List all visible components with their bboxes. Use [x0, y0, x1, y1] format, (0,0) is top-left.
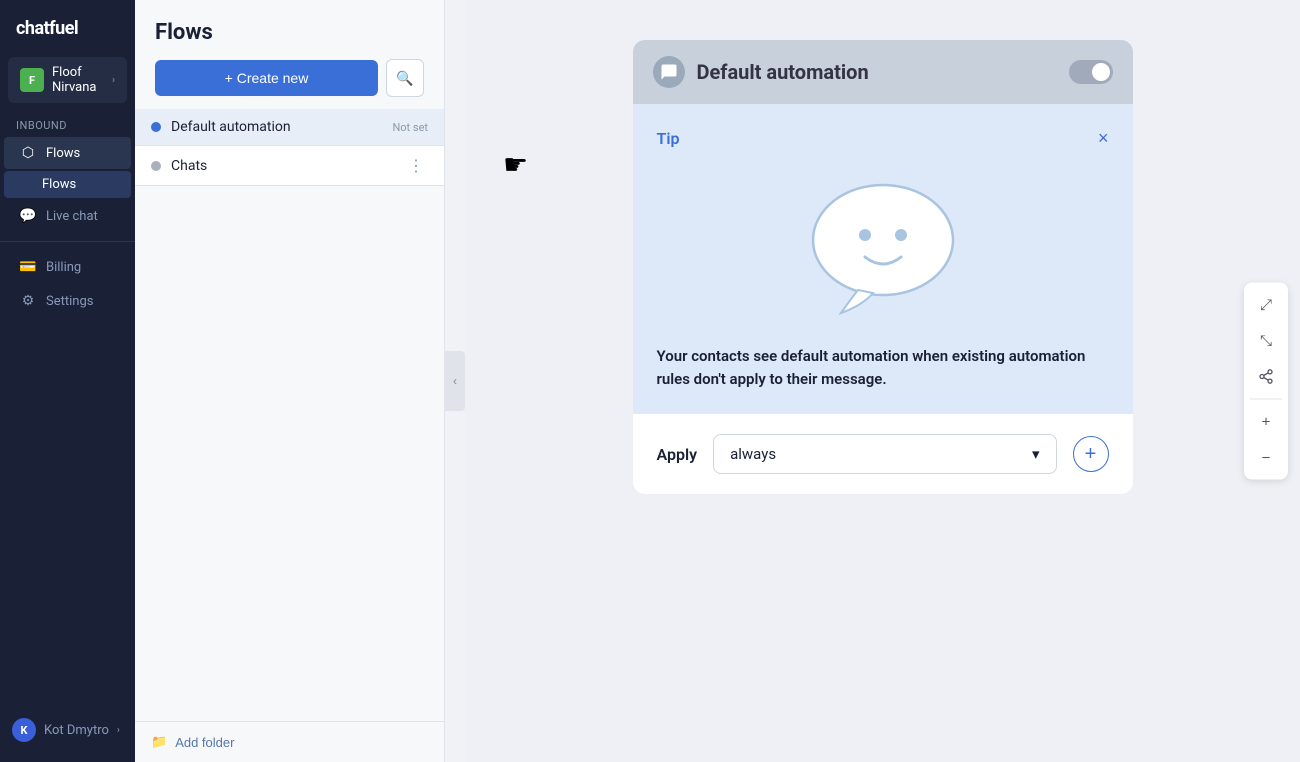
sidebar-bottom: K Kot Dmytro ›: [0, 710, 135, 762]
plus-icon: +: [1085, 443, 1097, 466]
tip-close-button[interactable]: ×: [1098, 128, 1109, 149]
expand-button[interactable]: ⤢: [1250, 289, 1282, 321]
right-toolbar: ⤢ ⤡ + −: [1244, 283, 1288, 480]
automation-toggle[interactable]: [1069, 60, 1113, 84]
collapse-panel-button[interactable]: ‹: [445, 351, 465, 411]
folder-icon: 📁: [151, 734, 167, 750]
zoom-out-icon: −: [1262, 449, 1271, 466]
user-chevron-icon: ›: [117, 725, 120, 736]
sidebar-item-livechat[interactable]: 💬 Live chat: [4, 200, 131, 232]
apply-select-value: always: [730, 445, 776, 463]
workspace-name: Floof Nirvana: [52, 65, 104, 95]
sidebar-item-flows[interactable]: ⬡ Flows: [4, 137, 131, 169]
sidebar-item-settings[interactable]: ⚙ Settings: [4, 285, 131, 317]
user-profile[interactable]: K Kot Dmytro ›: [0, 710, 135, 750]
tip-card: Tip ×: [633, 104, 1133, 414]
chevron-left-icon: ‹: [453, 374, 457, 388]
workspace-avatar: F: [20, 68, 44, 92]
livechat-icon: 💬: [20, 208, 36, 224]
flow-list: Default automation Not set Chats ⋮: [135, 109, 444, 721]
chevron-right-icon: ›: [112, 75, 115, 86]
apply-label: Apply: [657, 445, 698, 464]
flow-item-chats-name: Chats: [171, 158, 394, 174]
main-canvas: Default automation Tip ×: [465, 0, 1300, 762]
chevron-down-icon: ▾: [1032, 445, 1040, 463]
settings-icon: ⚙: [20, 293, 36, 309]
apply-add-button[interactable]: +: [1073, 436, 1109, 472]
tip-header: Tip ×: [657, 128, 1109, 149]
flow-item-default-name: Default automation: [171, 119, 382, 135]
flow-item-default-badge: Not set: [392, 121, 428, 134]
toolbar-divider: [1250, 399, 1282, 400]
sidebar-item-billing[interactable]: 💳 Billing: [4, 251, 131, 283]
apply-select[interactable]: always ▾: [713, 434, 1056, 474]
sidebar: chatfuel F Floof Nirvana › Inbound ⬡ Flo…: [0, 0, 135, 762]
sidebar-sub-item-flows[interactable]: Flows: [4, 171, 131, 198]
automation-header-icon: [653, 56, 685, 88]
flow-dot-inactive: [151, 161, 161, 171]
add-folder-label: Add folder: [175, 735, 234, 750]
sidebar-item-billing-label: Billing: [46, 260, 81, 275]
share-button[interactable]: [1250, 361, 1282, 393]
flow-panel: Flows + Create new 🔍 Default automation …: [135, 0, 445, 762]
zoom-in-icon: +: [1262, 413, 1271, 430]
flows-sub-label: Flows: [42, 177, 76, 192]
add-folder-button[interactable]: 📁 Add folder: [151, 734, 234, 750]
sidebar-item-livechat-label: Live chat: [46, 209, 98, 224]
collapse-button[interactable]: ⤡: [1250, 325, 1282, 357]
workspace-selector[interactable]: F Floof Nirvana ›: [8, 57, 127, 103]
collapse-icon: ⤡: [1260, 332, 1272, 349]
logo: chatfuel: [0, 0, 135, 57]
tip-illustration: [657, 165, 1109, 325]
automation-card: Default automation Tip ×: [633, 40, 1133, 494]
sidebar-divider: [0, 241, 135, 242]
canvas-area: Default automation Tip ×: [465, 0, 1300, 762]
zoom-out-button[interactable]: −: [1250, 442, 1282, 474]
sidebar-item-flows-label: Flows: [46, 146, 80, 161]
user-avatar: K: [12, 718, 36, 742]
flow-panel-title: Flows: [155, 20, 424, 45]
expand-icon: ⤢: [1260, 296, 1272, 313]
flow-panel-actions: + Create new 🔍: [155, 59, 424, 97]
search-button[interactable]: 🔍: [386, 59, 424, 97]
flows-icon: ⬡: [20, 145, 36, 161]
flow-dot-active: [151, 122, 161, 132]
billing-icon: 💳: [20, 259, 36, 275]
flow-panel-footer: 📁 Add folder: [135, 721, 444, 762]
more-options-icon[interactable]: ⋮: [404, 156, 428, 175]
create-new-button[interactable]: + Create new: [155, 60, 378, 96]
apply-section: Apply always ▾ +: [633, 414, 1133, 494]
flow-list-item-chats[interactable]: Chats ⋮: [135, 146, 444, 186]
sidebar-item-settings-label: Settings: [46, 294, 93, 309]
sidebar-section-inbound: Inbound: [0, 115, 135, 136]
automation-header: Default automation: [633, 40, 1133, 104]
flow-panel-header: Flows + Create new 🔍: [135, 0, 444, 109]
tip-body-text: Your contacts see default automation whe…: [657, 345, 1109, 390]
zoom-in-button[interactable]: +: [1250, 406, 1282, 438]
user-name: Kot Dmytro: [44, 723, 109, 738]
tip-title: Tip: [657, 129, 680, 148]
flow-list-item-default[interactable]: Default automation Not set: [135, 109, 444, 146]
automation-title: Default automation: [697, 60, 1057, 84]
search-icon: 🔍: [396, 70, 413, 87]
